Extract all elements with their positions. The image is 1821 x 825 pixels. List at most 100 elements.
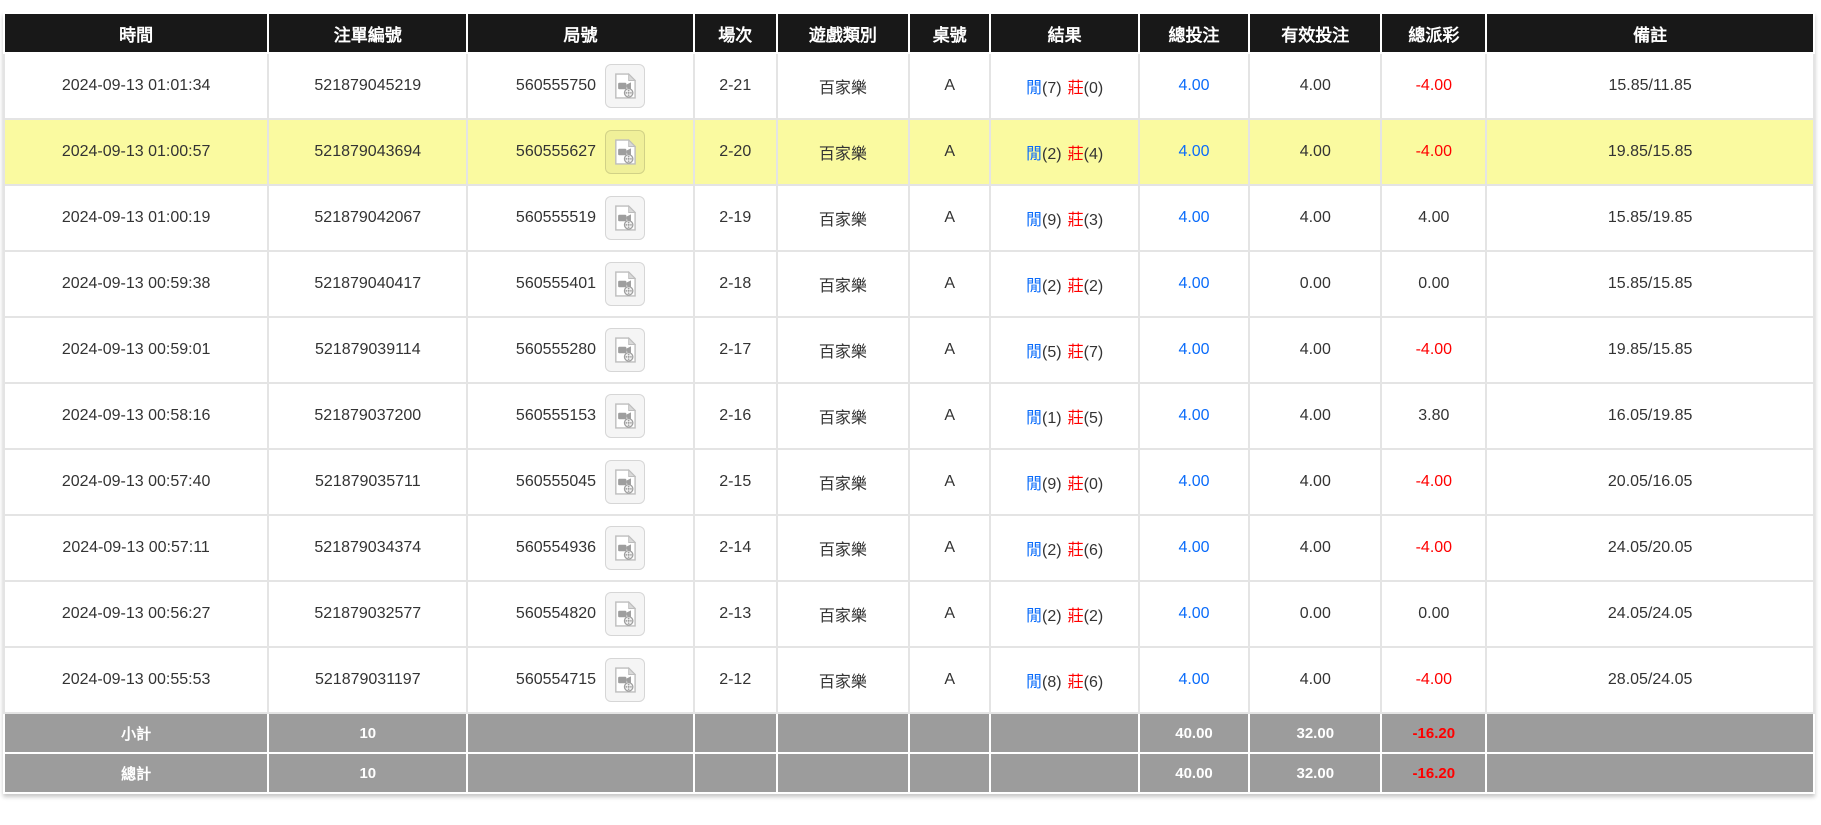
column-header-table-no: 桌號 bbox=[907, 12, 992, 54]
footer-empty-cell bbox=[989, 712, 1140, 754]
valid-bet: 4.00 bbox=[1299, 143, 1331, 160]
player-result-label: 閒 bbox=[1026, 674, 1043, 691]
video-replay-button[interactable] bbox=[605, 526, 646, 570]
player-result-label: 閒 bbox=[1026, 476, 1043, 493]
session: 2-12 bbox=[719, 671, 752, 688]
table-row[interactable]: 2024-09-13 00:55:53 521879031197 5605547… bbox=[2, 646, 1815, 714]
video-replay-button[interactable] bbox=[605, 262, 646, 306]
grand-total-label: 總計 bbox=[2, 752, 270, 794]
table-row[interactable]: 2024-09-13 00:57:40 521879035711 5605550… bbox=[2, 448, 1815, 516]
banker-result-label: 莊 bbox=[1067, 410, 1084, 427]
session: 2-16 bbox=[719, 407, 752, 424]
footer-empty-cell bbox=[775, 712, 910, 754]
total-payout: 0.00 bbox=[1418, 275, 1450, 292]
total-bet-link[interactable]: 4.00 bbox=[1178, 473, 1209, 490]
table-no: A bbox=[944, 407, 956, 424]
banker-score: (2) bbox=[1083, 278, 1104, 295]
total-bet-link[interactable]: 4.00 bbox=[1178, 341, 1209, 358]
session-cell: 2-12 bbox=[692, 646, 778, 714]
video-replay-button[interactable] bbox=[605, 64, 646, 108]
total-bet-link[interactable]: 4.00 bbox=[1178, 407, 1209, 424]
column-header-total-bet: 總投注 bbox=[1137, 12, 1251, 54]
round-id-cell: 560554820 bbox=[466, 580, 695, 648]
table-header: 時間 注單編號 局號 場次 遊戲類別 桌號 結果 總投注 有效投注 總派彩 備註 bbox=[2, 12, 1815, 54]
remark-cell: 24.05/24.05 bbox=[1485, 580, 1815, 648]
footer-empty-cell bbox=[692, 712, 778, 754]
banker-result-label: 莊 bbox=[1067, 212, 1084, 229]
bet-time: 2024-09-13 00:56:27 bbox=[61, 605, 211, 622]
total-payout-cell: 0.00 bbox=[1380, 250, 1488, 318]
remark: 15.85/19.85 bbox=[1607, 209, 1693, 226]
total-bet-link[interactable]: 4.00 bbox=[1178, 539, 1209, 556]
column-header-result: 結果 bbox=[989, 12, 1140, 54]
total-bet-cell: 4.00 bbox=[1137, 580, 1251, 648]
valid-bet: 4.00 bbox=[1299, 671, 1331, 688]
subtotal-label: 小計 bbox=[2, 712, 270, 754]
column-header-game-type: 遊戲類別 bbox=[775, 12, 910, 54]
total-bet-link[interactable]: 4.00 bbox=[1178, 77, 1209, 94]
column-header-valid-bet: 有效投注 bbox=[1248, 12, 1383, 54]
remark-cell: 19.85/15.85 bbox=[1485, 118, 1815, 186]
table-no: A bbox=[944, 143, 956, 160]
video-replay-button[interactable] bbox=[605, 460, 646, 504]
game-type-cell: 百家樂 bbox=[775, 118, 910, 186]
total-bet-link[interactable]: 4.00 bbox=[1178, 671, 1209, 688]
valid-bet-cell: 4.00 bbox=[1248, 514, 1383, 582]
video-replay-button[interactable] bbox=[605, 130, 646, 174]
banker-result-label: 莊 bbox=[1067, 674, 1084, 691]
bet-time: 2024-09-13 00:57:11 bbox=[62, 539, 210, 556]
table-no-cell: A bbox=[907, 250, 992, 318]
total-bet-link[interactable]: 4.00 bbox=[1178, 275, 1209, 292]
footer-empty-cell bbox=[466, 712, 695, 754]
banker-result-label: 莊 bbox=[1067, 146, 1084, 163]
table-no: A bbox=[944, 341, 956, 358]
table-row[interactable]: 2024-09-13 01:00:57 521879043694 5605556… bbox=[2, 118, 1815, 186]
table-row[interactable]: 2024-09-13 00:57:11 521879034374 5605549… bbox=[2, 514, 1815, 582]
total-bet-link[interactable]: 4.00 bbox=[1178, 605, 1209, 622]
video-replay-button[interactable] bbox=[605, 658, 646, 702]
valid-bet-cell: 4.00 bbox=[1248, 646, 1383, 714]
remark: 19.85/15.85 bbox=[1607, 143, 1693, 160]
bet-id-cell: 521879045219 bbox=[267, 52, 469, 120]
player-score: (9) bbox=[1042, 212, 1062, 229]
valid-bet-cell: 4.00 bbox=[1248, 52, 1383, 120]
table-row[interactable]: 2024-09-13 00:59:01 521879039114 5605552… bbox=[2, 316, 1815, 384]
subtotal-total-payout: -16.20 bbox=[1380, 712, 1488, 754]
total-bet-link[interactable]: 4.00 bbox=[1178, 209, 1209, 226]
result-cell: 閒(1) 莊(5) bbox=[989, 382, 1140, 450]
game-type: 百家樂 bbox=[818, 80, 867, 97]
valid-bet-cell: 4.00 bbox=[1248, 382, 1383, 450]
video-replay-button[interactable] bbox=[605, 394, 646, 438]
table-row[interactable]: 2024-09-13 00:58:16 521879037200 5605551… bbox=[2, 382, 1815, 450]
total-payout-cell: 3.80 bbox=[1380, 382, 1488, 450]
remark: 24.05/24.05 bbox=[1607, 605, 1693, 622]
video-replay-button[interactable] bbox=[605, 196, 646, 240]
total-payout-cell: -4.00 bbox=[1380, 514, 1488, 582]
remark: 24.05/20.05 bbox=[1607, 539, 1693, 556]
table-row[interactable]: 2024-09-13 00:59:38 521879040417 5605554… bbox=[2, 250, 1815, 318]
remark-cell: 28.05/24.05 bbox=[1485, 646, 1815, 714]
banker-score: (0) bbox=[1083, 80, 1104, 97]
total-bet-cell: 4.00 bbox=[1137, 118, 1251, 186]
video-replay-button[interactable] bbox=[605, 328, 646, 372]
valid-bet-cell: 4.00 bbox=[1248, 184, 1383, 252]
valid-bet-cell: 0.00 bbox=[1248, 580, 1383, 648]
column-header-bet-id: 注單編號 bbox=[267, 12, 469, 54]
session-cell: 2-21 bbox=[692, 52, 778, 120]
table-no-cell: A bbox=[907, 580, 992, 648]
total-payout: -4.00 bbox=[1415, 473, 1453, 490]
footer-empty-cell bbox=[989, 752, 1140, 794]
banker-score: (7) bbox=[1083, 344, 1104, 361]
player-score: (7) bbox=[1042, 80, 1062, 97]
column-header-total-payout: 總派彩 bbox=[1380, 12, 1488, 54]
table-row[interactable]: 2024-09-13 00:56:27 521879032577 5605548… bbox=[2, 580, 1815, 648]
column-header-round-id: 局號 bbox=[466, 12, 695, 54]
table-row[interactable]: 2024-09-13 01:01:34 521879045219 5605557… bbox=[2, 52, 1815, 120]
video-replay-button[interactable] bbox=[605, 592, 646, 636]
valid-bet: 4.00 bbox=[1299, 341, 1331, 358]
table-no-cell: A bbox=[907, 448, 992, 516]
table-row[interactable]: 2024-09-13 01:00:19 521879042067 5605555… bbox=[2, 184, 1815, 252]
time-cell: 2024-09-13 01:00:19 bbox=[2, 184, 270, 252]
total-payout-cell: -4.00 bbox=[1380, 316, 1488, 384]
total-bet-link[interactable]: 4.00 bbox=[1178, 143, 1209, 160]
